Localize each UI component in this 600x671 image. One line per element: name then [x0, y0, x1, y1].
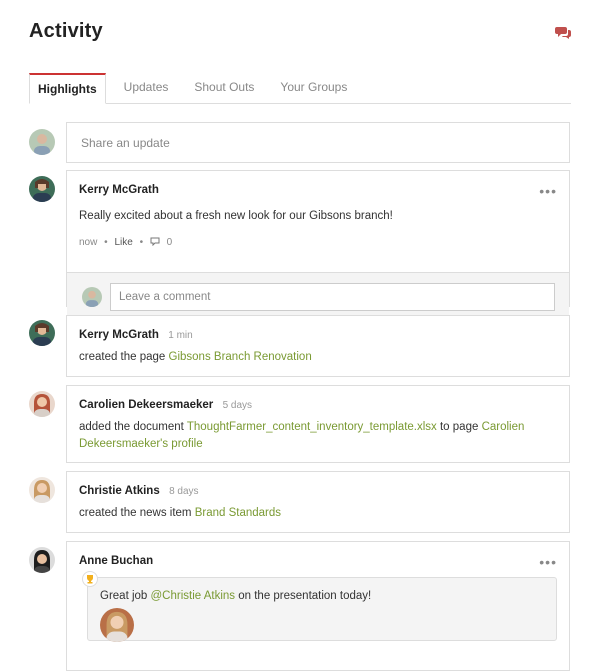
share-update-input[interactable]: Share an update	[66, 122, 570, 163]
activity-time: 8 days	[169, 486, 199, 497]
tab-your-groups[interactable]: Your Groups	[272, 73, 355, 103]
activity-text: created the page Gibsons Branch Renovati…	[79, 351, 312, 363]
like-button[interactable]: Like	[114, 237, 132, 248]
post-card: Kerry McGrath ••• Really excited about a…	[66, 170, 570, 320]
shout-out: Great job @Christie Atkins on the presen…	[82, 571, 557, 642]
activity-text: created the news item Brand Standards	[79, 507, 282, 519]
activity-time: 1 min	[168, 330, 193, 341]
news-item-link[interactable]: Brand Standards	[195, 507, 281, 519]
document-link[interactable]: ThoughtFarmer_content_inventory_template…	[187, 421, 437, 433]
page-title: Activity	[29, 20, 103, 42]
trophy-icon	[82, 571, 98, 587]
shout-out-text: Great job @Christie Atkins on the presen…	[100, 590, 372, 602]
activity-author[interactable]: Carolien Dekeersmaeker	[79, 399, 213, 411]
current-user-avatar	[29, 129, 55, 155]
comment-area: Leave a comment	[67, 272, 569, 320]
activity-text: added the document ThoughtFarmer_content…	[79, 421, 525, 450]
avatar	[29, 320, 55, 346]
activity-tabs: Highlights Updates Shout Outs Your Group…	[29, 73, 571, 104]
comment-bubble-icon[interactable]	[150, 237, 163, 248]
post-meta: now • Like • 0	[79, 237, 173, 248]
header: Activity	[29, 20, 571, 50]
avatar	[29, 477, 55, 503]
activity-card: Carolien Dekeersmaeker 5 days added the …	[66, 385, 570, 463]
post-author[interactable]: Kerry McGrath	[79, 184, 557, 196]
post-text: Really excited about a fresh new look fo…	[79, 210, 393, 222]
tab-highlights[interactable]: Highlights	[29, 73, 106, 104]
activity-card: Christie Atkins 8 days created the news …	[66, 471, 570, 533]
avatar	[29, 547, 55, 573]
comment-input[interactable]: Leave a comment	[110, 283, 555, 311]
mention-link[interactable]: @Christie Atkins	[151, 590, 236, 602]
avatar	[29, 176, 55, 202]
more-options-icon[interactable]: •••	[539, 183, 557, 199]
tab-shout-outs[interactable]: Shout Outs	[186, 73, 262, 103]
current-user-avatar	[82, 287, 102, 307]
shout-out-card: Anne Buchan ••• Great job @Christie Atki…	[66, 541, 570, 671]
mentioned-user-avatar[interactable]	[100, 608, 134, 642]
activity-card: Kerry McGrath 1 min created the page Gib…	[66, 315, 570, 377]
more-options-icon[interactable]: •••	[539, 554, 557, 570]
activity-time: 5 days	[222, 400, 253, 411]
page-link[interactable]: Gibsons Branch Renovation	[169, 351, 312, 363]
activity-author[interactable]: Kerry McGrath	[79, 329, 159, 341]
activity-author[interactable]: Christie Atkins	[79, 485, 160, 497]
comment-count: 0	[166, 237, 173, 248]
chat-bubbles-icon[interactable]	[555, 26, 571, 40]
post-author[interactable]: Anne Buchan	[79, 555, 557, 567]
tab-updates[interactable]: Updates	[116, 73, 177, 103]
avatar	[29, 391, 55, 417]
post-time: now	[79, 237, 98, 248]
